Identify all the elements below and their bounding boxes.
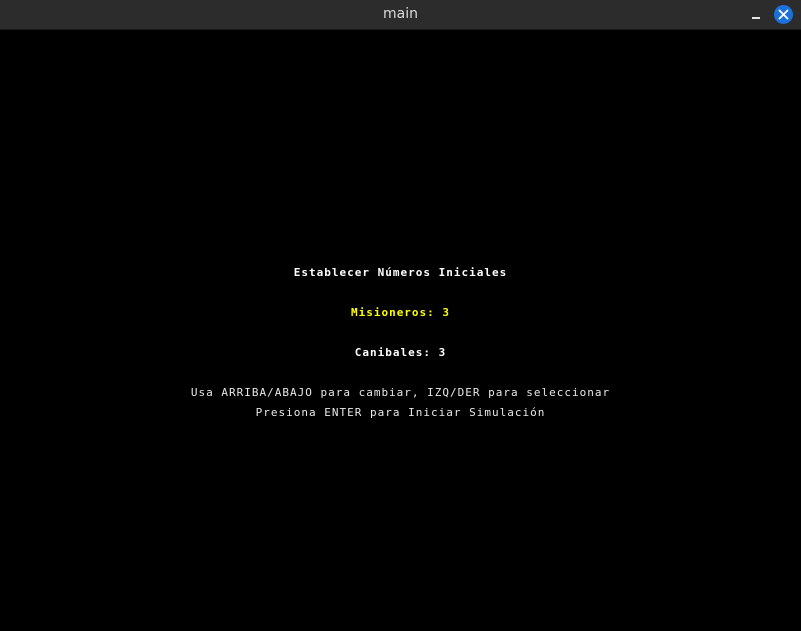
game-canvas: Establecer Números Iniciales Misioneros:… [0, 30, 801, 631]
close-button[interactable] [774, 5, 793, 24]
minimize-button[interactable] [746, 5, 766, 25]
cannibals-option: Canibales: 3 [354, 346, 447, 359]
instructions-text: Usa ARRIBA/ABAJO para cambiar, IZQ/DER p… [190, 386, 611, 399]
start-prompt: Presiona ENTER para Iniciar Simulación [255, 406, 546, 419]
close-icon [778, 9, 789, 20]
title-bar: main [0, 0, 801, 30]
missionaries-option: Misioneros: 3 [350, 306, 451, 319]
minimize-icon [752, 17, 760, 19]
window-title: main [383, 6, 418, 22]
app-window: main Establecer Números Iniciales Mision… [0, 0, 801, 631]
setup-heading: Establecer Números Iniciales [293, 266, 508, 279]
